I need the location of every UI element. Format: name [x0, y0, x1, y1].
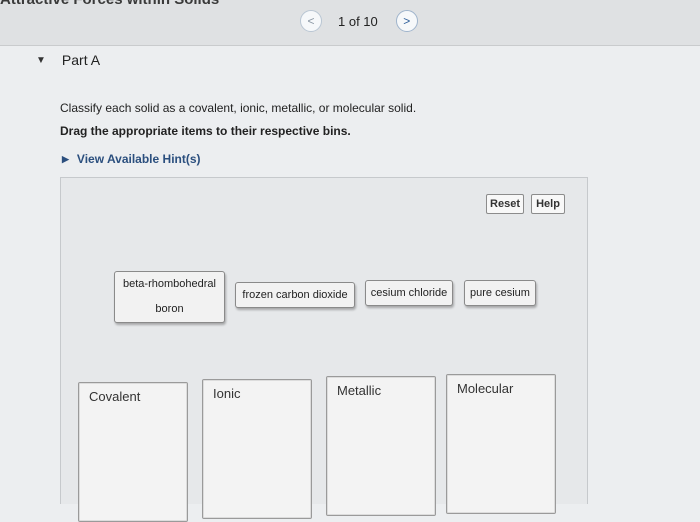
bin-label: Molecular — [457, 381, 514, 396]
bin-ionic[interactable]: Ionic — [202, 379, 312, 519]
hint-label: View Available Hint(s) — [76, 152, 201, 166]
assignment-title: Attractive Forces within Solids — [0, 0, 219, 8]
caret-down-icon: ▼ — [36, 54, 46, 66]
drag-instruction: Drag the appropriate items to their resp… — [60, 124, 351, 138]
drag-item-label-line2: boron — [155, 302, 184, 315]
chevron-left-icon: < — [307, 14, 315, 28]
instruction-text: Classify each solid as a covalent, ionic… — [60, 101, 417, 115]
view-hints-link[interactable]: ▶ View Available Hint(s) — [62, 152, 201, 166]
drag-item-beta-rhombohedral-boron[interactable]: beta-rhombohedral boron — [114, 271, 225, 323]
drag-item-label-line1: beta-rhombohedral — [123, 278, 216, 290]
bin-label: Covalent — [89, 389, 141, 404]
bin-molecular[interactable]: Molecular — [446, 374, 556, 514]
next-page-button[interactable]: > — [395, 10, 418, 32]
bin-metallic[interactable]: Metallic — [326, 376, 436, 516]
bin-covalent[interactable]: Covalent — [78, 382, 188, 522]
help-button[interactable]: Help — [531, 194, 565, 214]
reset-button[interactable]: Reset — [486, 194, 524, 214]
part-label: Part A — [61, 52, 101, 68]
prev-page-button[interactable]: < — [300, 10, 322, 32]
bin-label: Metallic — [337, 383, 382, 398]
pager: < 1 of 10 > — [300, 10, 418, 32]
part-a-toggle[interactable]: ▼ Part A — [36, 52, 100, 68]
drag-item-frozen-carbon-dioxide[interactable]: frozen carbon dioxide — [235, 282, 355, 308]
drag-item-pure-cesium[interactable]: pure cesium — [464, 280, 536, 306]
page-count: 1 of 10 — [338, 13, 378, 29]
chevron-right-icon: > — [403, 14, 411, 28]
caret-right-icon: ▶ — [62, 153, 69, 164]
top-bar: Attractive Forces within Solids < 1 of 1… — [0, 0, 700, 46]
bin-label: Ionic — [213, 386, 241, 401]
drag-item-cesium-chloride[interactable]: cesium chloride — [365, 280, 453, 306]
